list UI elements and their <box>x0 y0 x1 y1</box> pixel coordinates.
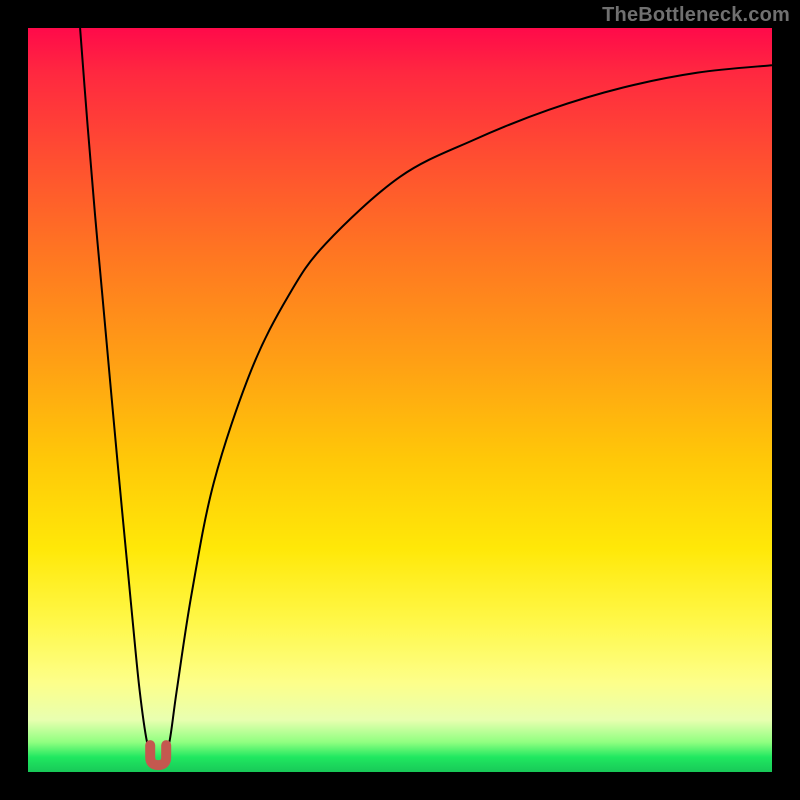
chart-curve <box>80 28 772 767</box>
watermark-label: TheBottleneck.com <box>602 4 790 27</box>
chart-marker <box>150 745 166 765</box>
chart-curve-layer <box>28 28 772 772</box>
marker-u-icon <box>150 745 166 765</box>
chart-plot-area <box>28 28 772 772</box>
chart-frame: TheBottleneck.com <box>0 0 800 800</box>
bottleneck-curve <box>80 28 772 767</box>
